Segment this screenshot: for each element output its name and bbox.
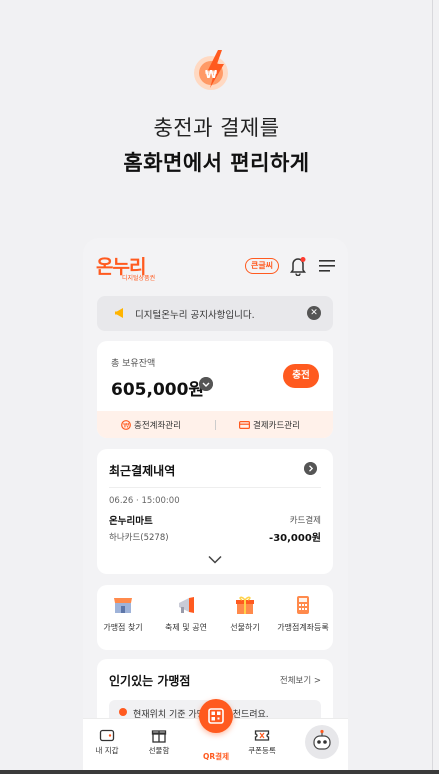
nav-wallet[interactable]: 내 지갑: [87, 727, 127, 756]
card-manage-label: 결제카드관리: [253, 421, 300, 431]
onnuri-logo: 온누리 디지털상품권: [96, 252, 186, 282]
quick-gift[interactable]: 선물하기: [215, 595, 275, 633]
balance-label: 총 보유잔액: [111, 359, 156, 369]
account-manage-link[interactable]: ₩ 충전계좌관리: [121, 419, 181, 431]
close-icon[interactable]: ✕: [307, 306, 321, 320]
quick-find-store[interactable]: 가맹점 찾기: [93, 595, 153, 633]
payment-type: 카드결제: [289, 516, 321, 526]
payment-card: 하나카드(5278): [109, 533, 169, 543]
hero-title-line2: 홈화면에서 편리하게: [123, 151, 310, 175]
notice-text: 디지털온누리 공지사항입니다.: [135, 310, 255, 321]
qr-pay-label: QR결제: [203, 752, 229, 761]
bottom-edge: [0, 770, 439, 774]
popular-title: 인기있는 가맹점: [109, 674, 191, 688]
quick-find-store-label: 가맹점 찾기: [103, 623, 143, 632]
quick-festival-label: 축제 및 공연: [165, 623, 207, 632]
hero-title-line1: 충전과 결제를: [153, 116, 280, 140]
payment-date: 06.26 · 15:00:00: [109, 496, 180, 506]
quick-festival[interactable]: 축제 및 공연: [156, 595, 216, 633]
qr-pay-button[interactable]: [199, 699, 233, 733]
chevron-down-icon[interactable]: [208, 555, 222, 564]
notice-banner[interactable]: 디지털온누리 공지사항입니다. ✕: [97, 296, 333, 331]
nav-coupon[interactable]: 쿠폰등록: [242, 727, 282, 756]
megaphone-icon: [115, 308, 123, 318]
megaphone-icon: [179, 597, 194, 613]
big-text-button[interactable]: 큰글씨: [245, 258, 279, 274]
gift-box-icon: [151, 730, 167, 743]
menu-icon[interactable]: [319, 259, 335, 273]
quick-store-account-label: 가맹점계좌등록: [277, 623, 329, 632]
credit-card-icon: [239, 421, 250, 429]
recent-payments-title: 최근결제내역: [109, 464, 176, 478]
charge-button[interactable]: 충전: [283, 364, 319, 388]
nav-wallet-label: 내 지갑: [95, 746, 119, 755]
nav-coupon-label: 쿠폰등록: [248, 746, 276, 755]
view-all-link[interactable]: 전체보기 >: [280, 674, 321, 686]
calculator-icon: [297, 596, 309, 614]
wallet-icon: [99, 729, 115, 742]
gift-icon: [236, 596, 254, 614]
chatbot-button[interactable]: [305, 725, 339, 759]
svg-text:₩: ₩: [123, 423, 129, 430]
chevron-down-icon[interactable]: [199, 377, 213, 391]
payment-amount: -30,000원: [269, 533, 321, 544]
logo-subtext: 디지털상품권: [122, 275, 156, 282]
won-circle-icon: ₩: [121, 420, 131, 430]
recent-payments-card: 최근결제내역 06.26 · 15:00:00 온누리마트 카드결제 하나카드(…: [97, 449, 333, 574]
card-manage-link[interactable]: 결제카드관리: [239, 419, 300, 431]
balance-footer: ₩ 충전계좌관리 결제카드관리: [97, 411, 333, 438]
coupon-icon: [254, 730, 270, 741]
balance-amount: 605,000원: [111, 380, 205, 400]
account-manage-label: 충전계좌관리: [134, 421, 181, 431]
balance-card: 총 보유잔액 605,000원 충전 ₩ 충전계좌관리 결제카드관리: [97, 341, 333, 438]
quick-gift-label: 선물하기: [230, 623, 260, 632]
nav-gift-box[interactable]: 선물함: [139, 727, 179, 756]
location-pin-icon: [119, 708, 127, 716]
quick-menu: 가맹점 찾기 축제 및 공연 선물하기 가맹점계좌등록: [97, 585, 333, 650]
bell-icon[interactable]: [289, 256, 307, 276]
quick-store-account[interactable]: 가맹점계좌등록: [273, 595, 333, 633]
app-preview: 온누리 디지털상품권 큰글씨 디지털온누리 공지사항입니다. ✕ 총 보유잔액 …: [83, 238, 348, 770]
qr-code-icon: [208, 708, 224, 724]
footer-divider: [215, 420, 216, 430]
robot-icon: [313, 729, 331, 750]
payment-store: 온누리마트: [109, 516, 153, 527]
svg-text:₩: ₩: [205, 68, 217, 81]
chevron-right-icon[interactable]: [304, 462, 317, 475]
store-icon: [114, 598, 132, 613]
won-coin-lightning-icon: ₩: [194, 50, 228, 90]
nav-gift-box-label: 선물함: [148, 746, 170, 755]
divider: [109, 487, 321, 488]
app-header: 온누리 디지털상품권 큰글씨: [83, 238, 348, 290]
